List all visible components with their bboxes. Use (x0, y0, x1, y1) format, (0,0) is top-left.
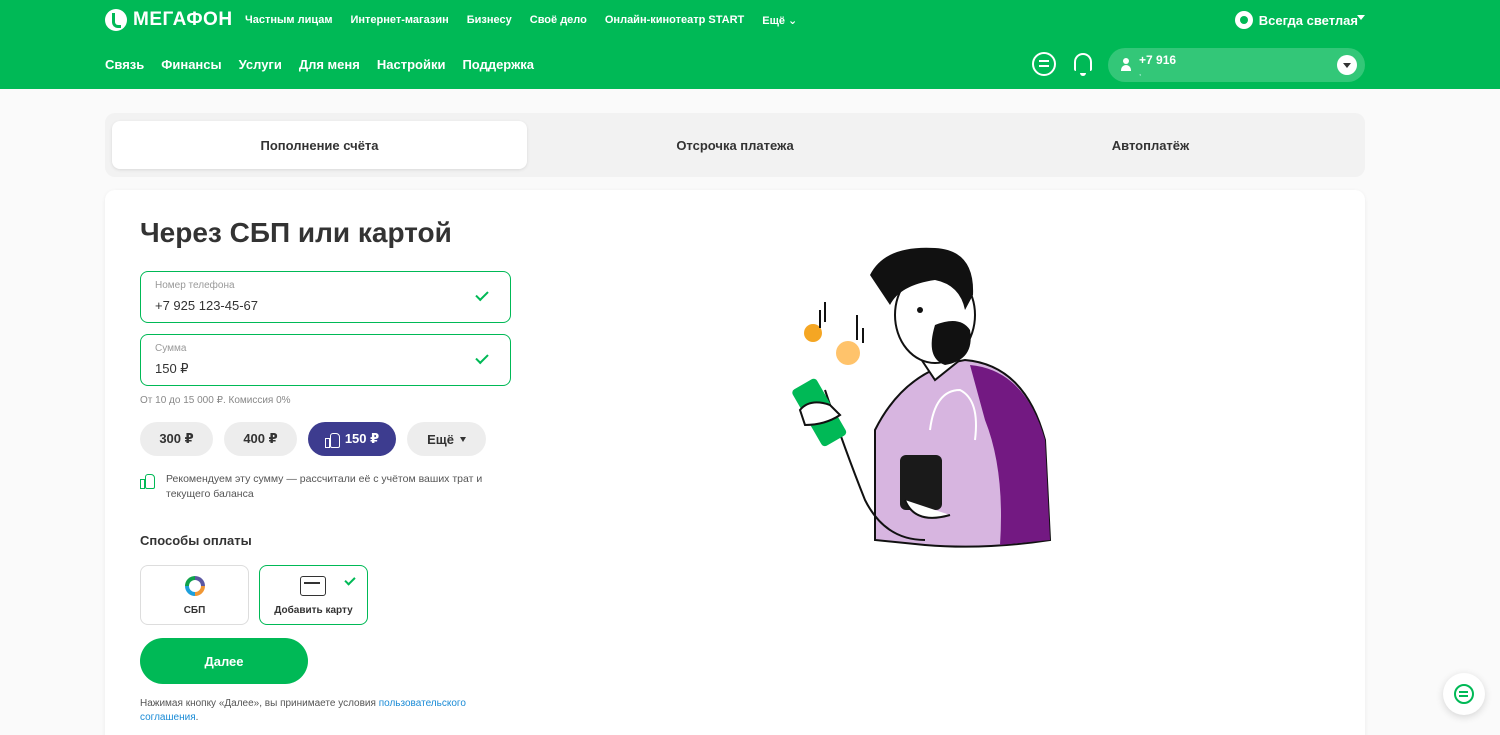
payment-method-label: СБП (183, 605, 206, 616)
main-nav-finance[interactable]: Финансы (161, 57, 221, 72)
credit-card-icon (300, 576, 326, 596)
chip-label: 300 ₽ (159, 431, 194, 446)
chat-icon[interactable] (1032, 52, 1056, 76)
account-switcher[interactable]: +7 916 , (1108, 48, 1365, 82)
recommendation-text: Рекомендуем эту сумму — рассчитали её с … (166, 473, 483, 500)
terms-suffix: . (195, 712, 199, 723)
top-nav-own-business[interactable]: Своё дело (530, 14, 587, 27)
main-nav-for-me[interactable]: Для меня (299, 57, 360, 72)
tab-autopay[interactable]: Автоплатёж (943, 121, 1358, 169)
payment-method-label: Добавить карту (274, 605, 353, 616)
chip-label: Ещё (427, 431, 454, 447)
top-nav-private[interactable]: Частным лицам (245, 14, 332, 27)
top-nav-shop[interactable]: Интернет-магазин (350, 14, 448, 27)
phone-field[interactable]: Номер телефона +7 925 123-45-67 (140, 271, 511, 323)
caret-down-icon (459, 436, 466, 442)
amount-value[interactable]: 150 ₽ (155, 361, 189, 377)
amount-hint: От 10 до 15 000 ₽. Комиссия 0% (140, 395, 291, 406)
check-icon (344, 574, 356, 586)
amount-chip-400[interactable]: 400 ₽ (224, 422, 297, 456)
top-up-card: Через СБП или картой Номер телефона +7 9… (105, 190, 1365, 735)
chip-label: 150 ₽ (344, 431, 380, 446)
logo-icon (105, 9, 127, 31)
bell-icon[interactable] (1074, 53, 1092, 76)
next-button[interactable]: Далее (140, 638, 308, 684)
payment-method-sbp[interactable]: СБП (140, 565, 249, 625)
amount-chip-300[interactable]: 300 ₽ (140, 422, 213, 456)
thumbs-up-icon (140, 474, 155, 489)
payment-method-add-card[interactable]: Добавить карту (259, 565, 368, 625)
theme-icon (1234, 11, 1253, 29)
site-header: МЕГАФОН Частным лицам Интернет-магазин Б… (0, 0, 1500, 89)
megafon-logo[interactable]: МЕГАФОН (105, 9, 233, 31)
page-title: Через СБП или картой (140, 217, 452, 248)
account-phone: +7 916 (1139, 53, 1177, 67)
payment-methods-title: Способы оплаты (140, 533, 252, 548)
amount-field[interactable]: Сумма 150 ₽ (140, 334, 511, 386)
check-icon (475, 350, 489, 365)
chevron-down-icon[interactable] (1357, 15, 1365, 20)
theme-switcher[interactable]: Всегда светлая (1234, 11, 1358, 29)
floating-chat-button[interactable] (1443, 673, 1485, 715)
payment-tabs: Пополнение счёта Отсрочка платежа Автопл… (105, 113, 1365, 177)
recommendation-note: Рекомендуем эту сумму — рассчитали её с … (140, 472, 520, 501)
chevron-down-icon[interactable] (1337, 55, 1357, 75)
main-nav-services[interactable]: Услуги (239, 57, 282, 72)
person-with-phone-illustration (792, 247, 1052, 548)
amount-label: Сумма (155, 343, 187, 354)
user-icon (1121, 58, 1131, 72)
check-icon (475, 287, 489, 302)
terms-note: Нажимая кнопку «Далее», вы принимаете ус… (140, 697, 520, 725)
chip-label: 400 ₽ (243, 431, 278, 446)
account-subtitle: , (1139, 68, 1142, 77)
amount-chip-more[interactable]: Ещё (407, 422, 486, 456)
top-nav-business[interactable]: Бизнесу (467, 14, 512, 27)
top-nav-more[interactable]: Ещё ⌄ (762, 14, 797, 27)
top-nav-start[interactable]: Онлайн-кинотеатр START (605, 14, 744, 27)
tab-top-up[interactable]: Пополнение счёта (112, 121, 527, 169)
phone-label: Номер телефона (155, 280, 235, 291)
phone-value[interactable]: +7 925 123-45-67 (155, 298, 258, 313)
amount-chip-recommended[interactable]: 150 ₽ (308, 422, 396, 456)
sbp-icon (185, 576, 205, 596)
top-nav: Частным лицам Интернет-магазин Бизнесу С… (245, 14, 815, 27)
main-nav-settings[interactable]: Настройки (377, 57, 446, 72)
main-nav-connection[interactable]: Связь (105, 57, 144, 72)
main-nav: Связь Финансы Услуги Для меня Настройки … (105, 57, 551, 72)
main-nav-support[interactable]: Поддержка (462, 57, 534, 72)
theme-label: Всегда светлая (1258, 12, 1358, 28)
terms-text: Нажимая кнопку «Далее», вы принимаете ус… (140, 698, 379, 709)
tab-deferred-payment[interactable]: Отсрочка платежа (527, 121, 943, 169)
thumbs-up-icon (324, 432, 340, 448)
